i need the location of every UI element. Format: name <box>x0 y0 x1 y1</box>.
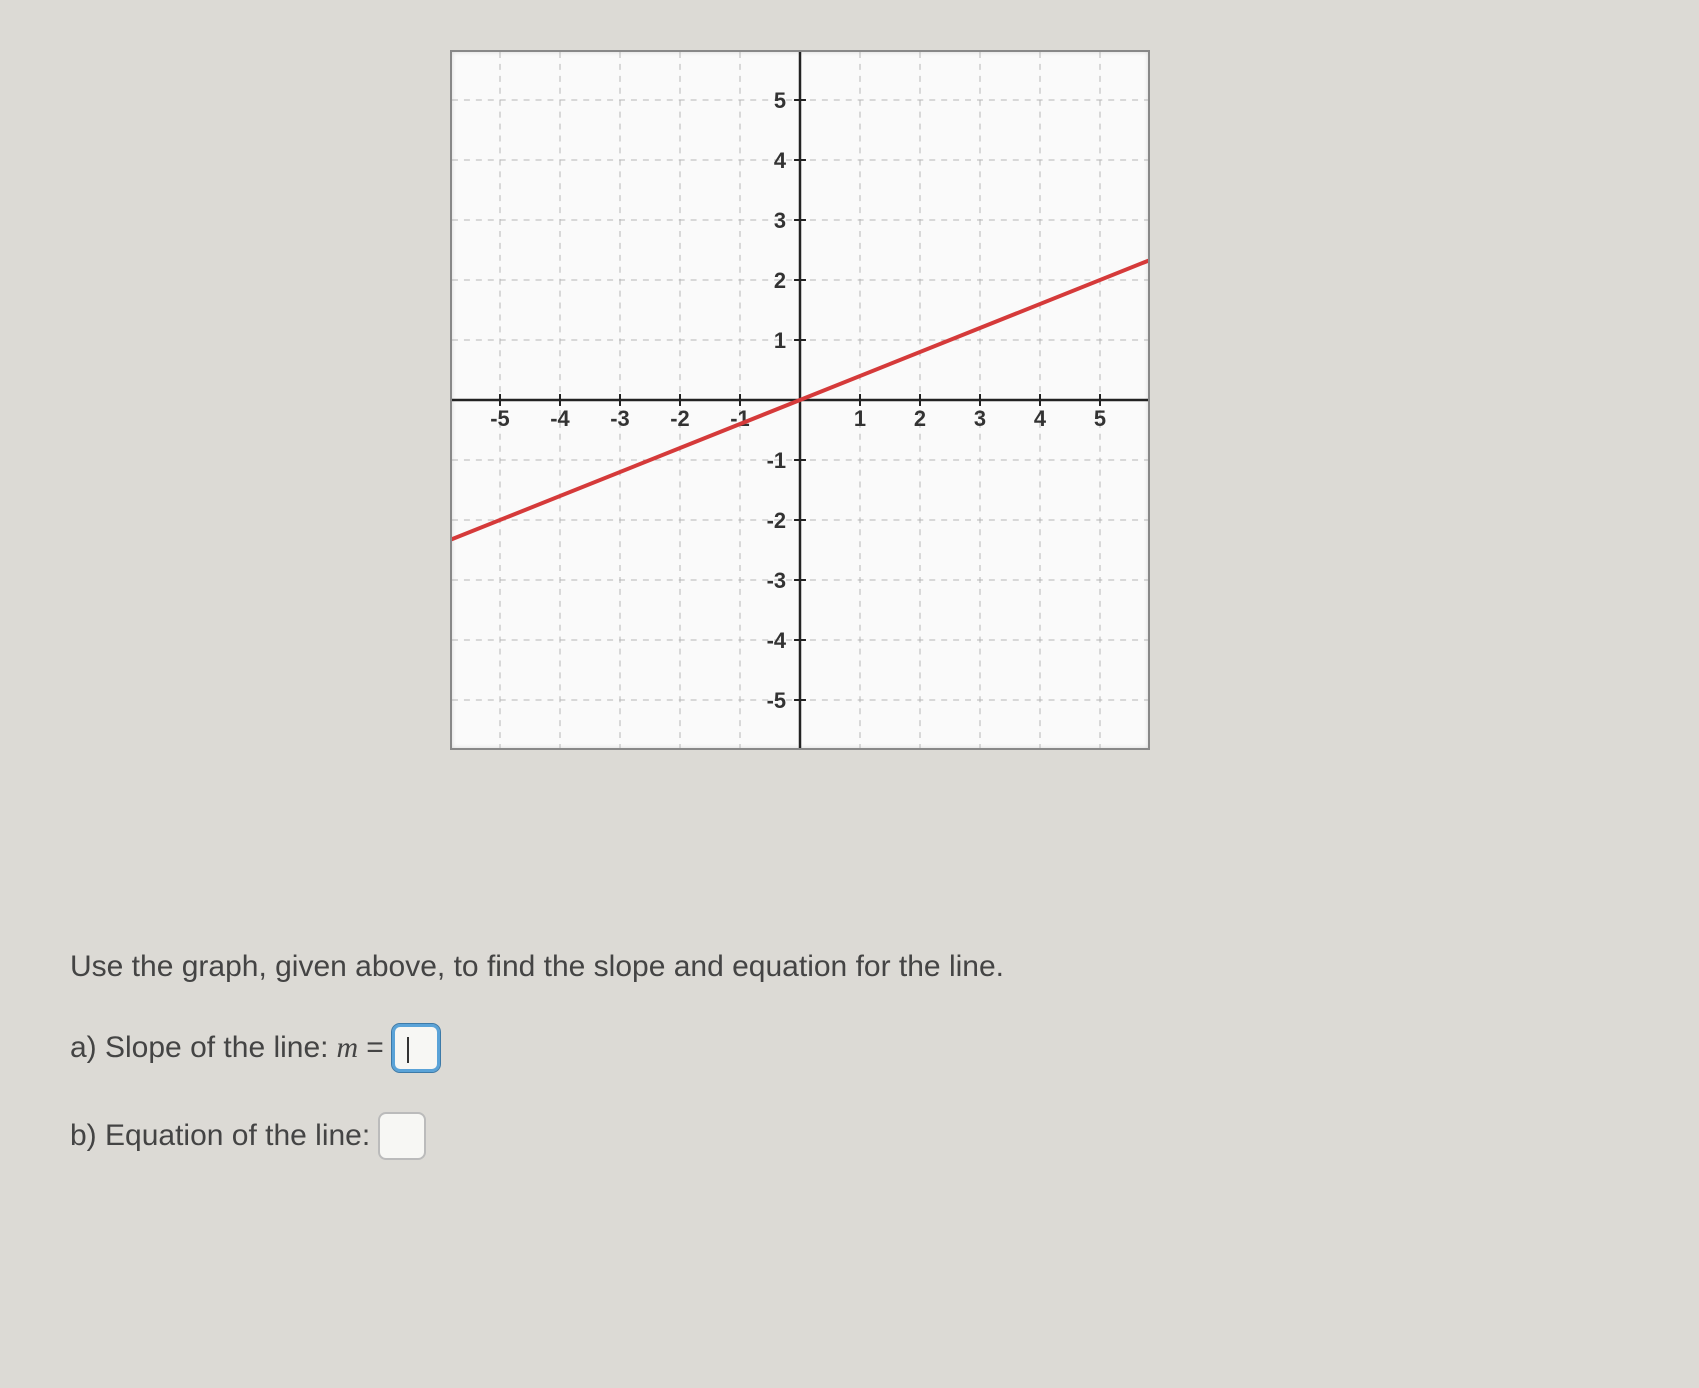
svg-text:4: 4 <box>1034 406 1047 431</box>
svg-text:-4: -4 <box>550 406 570 431</box>
part-b-label: b) Equation of the line: <box>70 1119 370 1153</box>
svg-text:-3: -3 <box>610 406 629 431</box>
svg-text:-4: -4 <box>767 628 787 653</box>
equation-input[interactable] <box>378 1112 426 1160</box>
part-a: a) Slope of the line: m = <box>70 1024 1004 1072</box>
graph-panel: -5-4-3-2-11234554321-1-2-3-4-5 <box>450 50 1150 750</box>
part-b: b) Equation of the line: <box>70 1112 1004 1160</box>
svg-text:-5: -5 <box>767 688 786 713</box>
svg-text:-1: -1 <box>767 448 786 473</box>
question-prompt: Use the graph, given above, to find the … <box>70 950 1004 984</box>
svg-text:-2: -2 <box>767 508 786 533</box>
part-a-label: a) Slope of the line: <box>70 1031 329 1065</box>
coordinate-plane: -5-4-3-2-11234554321-1-2-3-4-5 <box>452 52 1148 748</box>
slope-input[interactable] <box>392 1024 440 1072</box>
svg-text:2: 2 <box>774 268 786 293</box>
svg-text:1: 1 <box>854 406 866 431</box>
equals-sign: = <box>366 1031 384 1065</box>
svg-text:4: 4 <box>774 148 787 173</box>
svg-text:3: 3 <box>974 406 986 431</box>
svg-text:5: 5 <box>774 88 786 113</box>
svg-text:-5: -5 <box>490 406 509 431</box>
variable-m: m <box>337 1031 359 1065</box>
svg-text:5: 5 <box>1094 406 1106 431</box>
question-block: Use the graph, given above, to find the … <box>70 950 1004 1200</box>
svg-text:-3: -3 <box>767 568 786 593</box>
svg-text:-2: -2 <box>670 406 689 431</box>
svg-text:3: 3 <box>774 208 786 233</box>
prompt-text: Use the graph, given above, to find the … <box>70 950 1004 984</box>
svg-text:2: 2 <box>914 406 926 431</box>
svg-text:1: 1 <box>774 328 786 353</box>
